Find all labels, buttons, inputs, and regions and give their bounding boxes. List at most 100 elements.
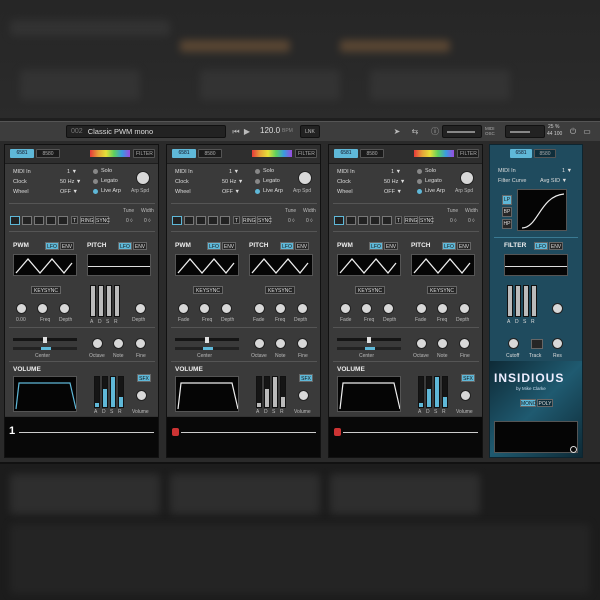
volume-knob[interactable] <box>460 390 471 401</box>
sequencer-pane[interactable]: 1 <box>5 416 158 457</box>
lowpass-button[interactable]: LP <box>502 195 512 205</box>
extra-wave-button[interactable] <box>58 216 68 225</box>
volume-decay-slider[interactable] <box>102 376 108 408</box>
pwm-lfo-button[interactable]: LFO <box>207 242 221 250</box>
saw-wave-button[interactable] <box>346 216 356 225</box>
t-button[interactable]: T <box>233 216 240 224</box>
saw-wave-button[interactable] <box>22 216 32 225</box>
noise-wave-button[interactable] <box>208 216 218 225</box>
clock-value[interactable]: 50 Hz ▼ <box>222 179 243 185</box>
sfx-button[interactable]: SFX <box>461 374 475 382</box>
pitch-keysync-button[interactable]: KEYSYNC <box>265 286 295 294</box>
pwm-env-button[interactable]: ENV <box>222 242 236 250</box>
sfx-button[interactable]: SFX <box>137 374 151 382</box>
volume-release-slider[interactable] <box>118 376 124 408</box>
wheel-value[interactable]: OFF ▼ <box>384 189 402 195</box>
volume-release-slider[interactable] <box>280 376 286 408</box>
midi-in-value[interactable]: 1 ▼ <box>229 169 239 175</box>
octave-knob[interactable] <box>416 338 427 349</box>
noise-wave-button[interactable] <box>370 216 380 225</box>
track-button[interactable] <box>531 339 543 349</box>
pwm-keysync-button[interactable]: KEYSYNC <box>193 286 223 294</box>
filter-button[interactable]: FILTER <box>295 149 317 158</box>
cutoff-knob[interactable] <box>508 338 519 349</box>
pwm-depth-knob[interactable] <box>59 303 70 314</box>
filter-sustain-slider[interactable] <box>523 285 529 317</box>
solo-radio[interactable] <box>417 169 422 174</box>
pwm-fade-knob[interactable] <box>340 303 351 314</box>
pwm-fade-knob[interactable] <box>178 303 189 314</box>
filter-sequencer-display[interactable] <box>494 421 578 453</box>
sync-button[interactable]: SYNC <box>257 216 272 224</box>
pitch-freq-knob[interactable] <box>437 303 448 314</box>
ring-button[interactable]: RING <box>404 216 418 224</box>
live-arp-radio[interactable] <box>93 189 98 194</box>
pitch-env-button[interactable]: ENV <box>295 242 309 250</box>
pulse-wave-button[interactable] <box>172 216 182 225</box>
pitch-depth-knob[interactable] <box>135 303 146 314</box>
sequencer-pane[interactable] <box>167 416 320 457</box>
cursor-icon[interactable]: ➤ <box>390 125 404 138</box>
volume-attack-slider[interactable] <box>418 376 424 408</box>
width-value[interactable]: 0 ◊ <box>144 218 151 224</box>
loop-icon[interactable]: ⇆ <box>408 125 422 138</box>
filter-button[interactable]: FILTER <box>457 149 479 158</box>
pwm-env-button[interactable]: ENV <box>384 242 398 250</box>
fine-knob[interactable] <box>135 338 146 349</box>
solo-radio[interactable] <box>255 169 260 174</box>
highpass-button[interactable]: HP <box>502 219 512 229</box>
volume-sustain-slider[interactable] <box>110 376 116 408</box>
live-arp-radio[interactable] <box>417 189 422 194</box>
wheel-value[interactable]: OFF ▼ <box>222 189 240 195</box>
legato-radio[interactable] <box>93 179 98 184</box>
pitch-env-button[interactable]: ENV <box>457 242 471 250</box>
midi-in-value[interactable]: 1 ▼ <box>67 169 77 175</box>
arp-speed-knob[interactable] <box>460 171 474 185</box>
info-icon[interactable]: ⓘ <box>428 125 442 138</box>
bandpass-button[interactable]: BP <box>502 207 512 217</box>
resonance-knob[interactable] <box>552 338 563 349</box>
pwm-freq-knob[interactable] <box>37 303 48 314</box>
note-knob[interactable] <box>437 338 448 349</box>
filter-release-slider[interactable] <box>531 285 537 317</box>
t-button[interactable]: T <box>395 216 402 224</box>
pitch-freq-knob[interactable] <box>275 303 286 314</box>
sequencer-pane[interactable] <box>329 416 482 457</box>
volume-sustain-slider[interactable] <box>434 376 440 408</box>
pitch-lfo-button[interactable]: LFO <box>280 242 294 250</box>
fine-knob[interactable] <box>459 338 470 349</box>
pwm-center-slider[interactable] <box>13 336 77 343</box>
pwm-keysync-button[interactable]: KEYSYNC <box>31 286 61 294</box>
extra-wave-button[interactable] <box>382 216 392 225</box>
volume-decay-slider[interactable] <box>264 376 270 408</box>
ring-button[interactable]: RING <box>242 216 256 224</box>
tempo-value[interactable]: 120.0 <box>260 126 280 135</box>
saw-wave-button[interactable] <box>184 216 194 225</box>
volume-attack-slider[interactable] <box>256 376 262 408</box>
filter-depth-knob[interactable] <box>552 303 563 314</box>
settings-dot-icon[interactable] <box>570 446 577 453</box>
pwm-lfo-button[interactable]: LFO <box>369 242 383 250</box>
power-icon[interactable]: ⏻ <box>566 125 580 138</box>
triangle-wave-button[interactable] <box>196 216 206 225</box>
arp-speed-knob[interactable] <box>298 171 312 185</box>
chip-8580-button[interactable]: 8580 <box>360 149 384 158</box>
octave-knob[interactable] <box>92 338 103 349</box>
width-value[interactable]: 0 ◊ <box>306 218 313 224</box>
triangle-wave-button[interactable] <box>358 216 368 225</box>
volume-knob[interactable] <box>298 390 309 401</box>
pwm-freq-knob[interactable] <box>199 303 210 314</box>
pwm-depth-knob[interactable] <box>383 303 394 314</box>
filter-button[interactable]: FILTER <box>133 149 155 158</box>
chip-8580-button[interactable]: 8580 <box>36 149 60 158</box>
note-knob[interactable] <box>275 338 286 349</box>
pitch-sustain-slider[interactable] <box>106 285 112 317</box>
pitch-decay-slider[interactable] <box>98 285 104 317</box>
pwm-freq-knob[interactable] <box>361 303 372 314</box>
sync-button[interactable]: SYNC <box>419 216 434 224</box>
pitch-lfo-button[interactable]: LFO <box>442 242 456 250</box>
chip-6581-button[interactable]: 6581 <box>334 149 358 158</box>
noise-wave-button[interactable] <box>46 216 56 225</box>
pwm-depth-knob[interactable] <box>221 303 232 314</box>
link-button[interactable]: LNK <box>300 125 320 138</box>
